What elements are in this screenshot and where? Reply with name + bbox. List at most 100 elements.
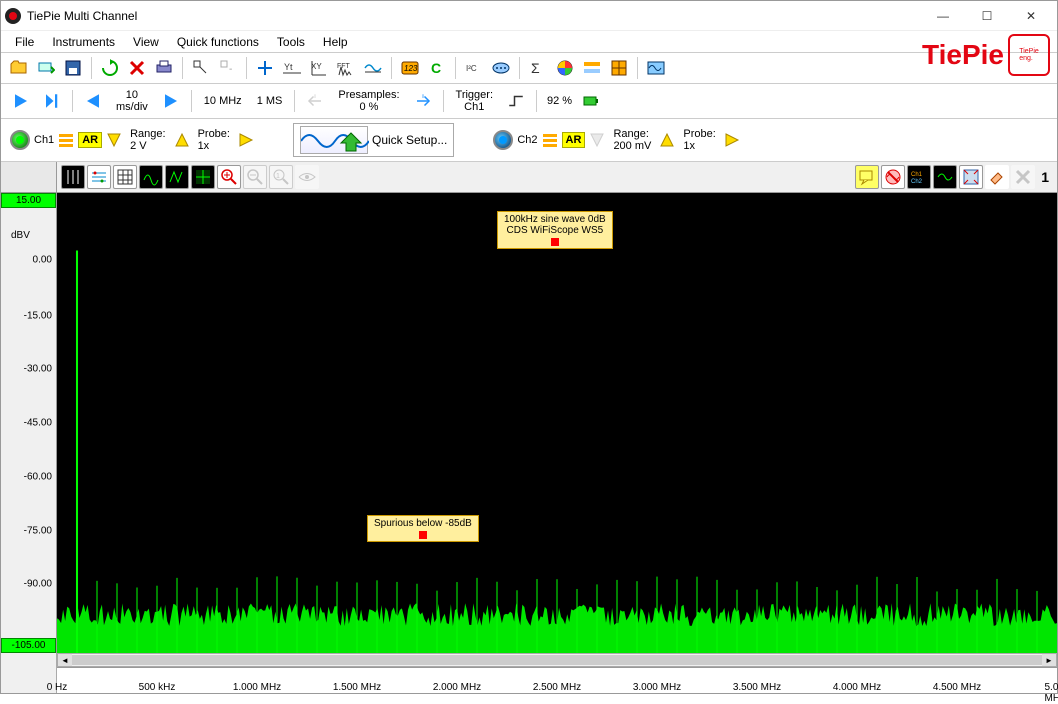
zoom-out-icon[interactable]: [243, 165, 267, 189]
load-scope-icon[interactable]: [34, 56, 58, 80]
bars-icon[interactable]: [542, 132, 558, 148]
x-tick: 0 Hz: [47, 682, 68, 693]
trigger-display[interactable]: Trigger: Ch1: [450, 89, 500, 113]
range-inc-icon[interactable]: [174, 132, 190, 148]
yt-add-icon[interactable]: [253, 56, 277, 80]
timebase-display[interactable]: 10 ms/div: [110, 89, 154, 113]
grid-icon[interactable]: [607, 56, 631, 80]
presamples-display[interactable]: Presamples: 0 %: [332, 89, 405, 113]
range-dec-icon[interactable]: [106, 132, 122, 148]
trigger-edge-icon[interactable]: [502, 87, 530, 115]
delete-icon[interactable]: [125, 56, 149, 80]
quick-setup-button[interactable]: Quick Setup...: [293, 123, 454, 157]
eye-icon[interactable]: [295, 165, 319, 189]
ch2-probe-value: 1x: [683, 140, 695, 152]
ch1-group: Ch1 AR Range:2 V Probe:1x: [7, 125, 257, 155]
zoom-reset-icon[interactable]: 1: [269, 165, 293, 189]
xy-mode-icon[interactable]: XY: [307, 56, 331, 80]
scroll-right-icon[interactable]: ►: [1042, 654, 1056, 666]
scroll-thumb[interactable]: [72, 655, 1042, 665]
grid-lines-icon[interactable]: [61, 165, 85, 189]
close-plot-icon[interactable]: [1011, 165, 1035, 189]
menu-help[interactable]: Help: [315, 33, 356, 51]
scope-view-icon[interactable]: [644, 56, 668, 80]
zoom-in-icon[interactable]: [217, 165, 241, 189]
meter-icon[interactable]: 123: [398, 56, 422, 80]
probe-play-icon[interactable]: [724, 132, 740, 148]
open-icon[interactable]: [7, 56, 31, 80]
play-once-icon[interactable]: [38, 87, 66, 115]
ch1-ar[interactable]: AR: [78, 132, 102, 148]
minimize-button[interactable]: —: [921, 2, 965, 30]
timebase-dec-icon[interactable]: [79, 87, 107, 115]
bars-icon[interactable]: [58, 132, 74, 148]
ch2-label: Ch2: [517, 134, 537, 146]
record-length[interactable]: 1 MS: [251, 95, 289, 107]
trigger-left-icon[interactable]: [301, 87, 329, 115]
bus-icon[interactable]: [580, 56, 604, 80]
y-tick: -60.00: [24, 471, 52, 482]
remove-ch-icon[interactable]: -: [216, 56, 240, 80]
timebase-inc-icon[interactable]: [157, 87, 185, 115]
close-button[interactable]: ✕: [1009, 2, 1053, 30]
i2c-icon[interactable]: I²C: [462, 56, 486, 80]
cursor-h-icon[interactable]: [87, 165, 111, 189]
menu-tools[interactable]: Tools: [269, 33, 313, 51]
wave-c-icon[interactable]: [191, 165, 215, 189]
cursor-icon[interactable]: [189, 56, 213, 80]
x-tick: 3.000 MHz: [633, 682, 681, 693]
x-tick: 1.500 MHz: [333, 682, 381, 693]
scroll-left-icon[interactable]: ◄: [58, 654, 72, 666]
wave-b-icon[interactable]: [165, 165, 189, 189]
no-signal-icon[interactable]: [881, 165, 905, 189]
sample-rate[interactable]: 10 MHz: [198, 95, 248, 107]
ch2-led-icon[interactable]: [493, 130, 513, 150]
y-axis-top: 15.00: [1, 193, 56, 208]
maximize-button[interactable]: ☐: [965, 2, 1009, 30]
annotation-spurious[interactable]: Spurious below -85dB: [367, 515, 479, 542]
trigger-right-icon[interactable]: [409, 87, 437, 115]
titlebar: TiePie Multi Channel — ☐ ✕: [1, 1, 1057, 31]
svg-text:Ch2: Ch2: [911, 179, 923, 185]
brand-text: TiePie: [922, 39, 1004, 71]
sigma-icon[interactable]: Σ: [526, 56, 550, 80]
yt-mode-icon[interactable]: Yt: [280, 56, 304, 80]
expand-icon[interactable]: [959, 165, 983, 189]
save-icon[interactable]: [61, 56, 85, 80]
battery-icon: [579, 89, 603, 113]
y-tick: 0.00: [33, 254, 52, 265]
eraser-icon[interactable]: [985, 165, 1009, 189]
x-tick: 2.000 MHz: [433, 682, 481, 693]
print-icon[interactable]: [152, 56, 176, 80]
ch1-led-icon[interactable]: [10, 130, 30, 150]
svg-text:1: 1: [276, 173, 280, 180]
range-inc-icon[interactable]: [659, 132, 675, 148]
wave-a-icon[interactable]: [139, 165, 163, 189]
serial-icon[interactable]: [489, 56, 513, 80]
wave-green-icon[interactable]: [933, 165, 957, 189]
refresh-icon[interactable]: [98, 56, 122, 80]
range-dec-icon[interactable]: [589, 132, 605, 148]
menu-instruments[interactable]: Instruments: [44, 33, 123, 51]
menu-file[interactable]: File: [7, 33, 42, 51]
x-tick: 500 kHz: [139, 682, 176, 693]
c-icon[interactable]: C: [425, 56, 449, 80]
menu-quick-functions[interactable]: Quick functions: [169, 33, 267, 51]
h-scrollbar[interactable]: ◄ ►: [57, 653, 1057, 667]
ch1-range-label: Range:: [130, 128, 165, 140]
annotation-main-l1: 100kHz sine wave 0dB: [504, 214, 606, 225]
table-icon[interactable]: [113, 165, 137, 189]
annotation-main[interactable]: 100kHz sine wave 0dB CDS WiFiScope WS5: [497, 211, 613, 249]
ch2-range-value: 200 mV: [613, 140, 651, 152]
plot-canvas[interactable]: 100kHz sine wave 0dB CDS WiFiScope WS5 S…: [57, 193, 1057, 653]
ch-compare-icon[interactable]: Ch1Ch2: [907, 165, 931, 189]
play-icon[interactable]: [7, 87, 35, 115]
color-wheel-icon[interactable]: [553, 56, 577, 80]
sink-icon[interactable]: [361, 56, 385, 80]
probe-play-icon[interactable]: [238, 132, 254, 148]
menu-view[interactable]: View: [125, 33, 167, 51]
fft-icon[interactable]: FFT: [334, 56, 358, 80]
ch2-ar[interactable]: AR: [562, 132, 586, 148]
comment-icon[interactable]: [855, 165, 879, 189]
y-axis-bottom: -105.00: [1, 638, 56, 653]
